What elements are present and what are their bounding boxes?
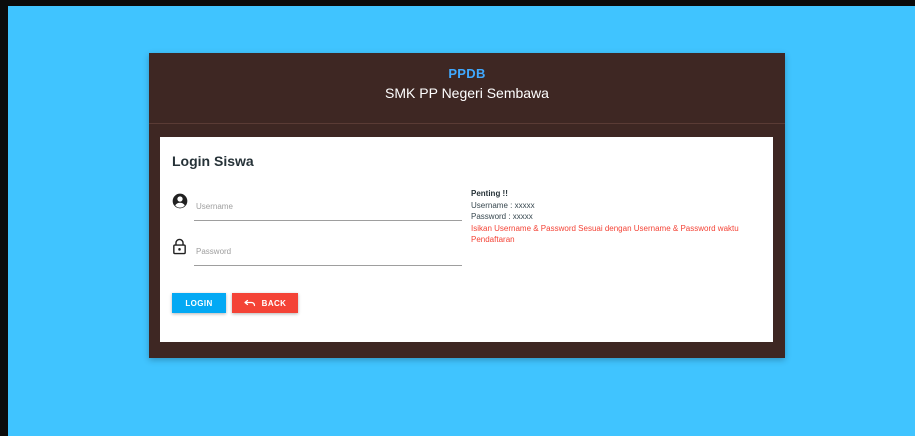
account-circle-icon xyxy=(172,193,190,211)
login-panel: Login Siswa Username LOGIN BACK Penting … xyxy=(160,137,773,342)
login-card: PPDB SMK PP Negeri Sembawa Login Siswa U… xyxy=(149,53,785,358)
info-username: Username : xxxxx xyxy=(471,200,535,210)
undo-icon xyxy=(244,298,256,309)
info-title: Penting !! xyxy=(471,189,508,198)
login-info: Penting !! Username : xxxxx Password : x… xyxy=(471,188,761,246)
back-button-label: BACK xyxy=(261,298,287,308)
login-button[interactable]: LOGIN xyxy=(172,293,226,313)
brand-short-title: PPDB xyxy=(448,66,486,81)
username-underline xyxy=(194,220,462,221)
info-warning: Isikan Username & Password Sesuai dengan… xyxy=(471,223,739,245)
info-password: Password : xxxxx xyxy=(471,212,533,221)
password-input[interactable] xyxy=(194,242,464,260)
card-header: PPDB SMK PP Negeri Sembawa xyxy=(149,53,785,124)
back-button[interactable]: BACK xyxy=(232,293,298,313)
username-input[interactable] xyxy=(194,197,464,215)
password-underline xyxy=(194,265,462,266)
school-name: SMK PP Negeri Sembawa xyxy=(385,85,549,101)
page-background: PPDB SMK PP Negeri Sembawa Login Siswa U… xyxy=(8,6,915,436)
window-left-edge xyxy=(0,0,8,436)
password-field-group xyxy=(172,236,464,266)
login-button-label: LOGIN xyxy=(185,298,213,308)
lock-icon xyxy=(172,238,190,256)
page-title: Login Siswa xyxy=(172,153,254,169)
username-field-group xyxy=(172,191,464,221)
